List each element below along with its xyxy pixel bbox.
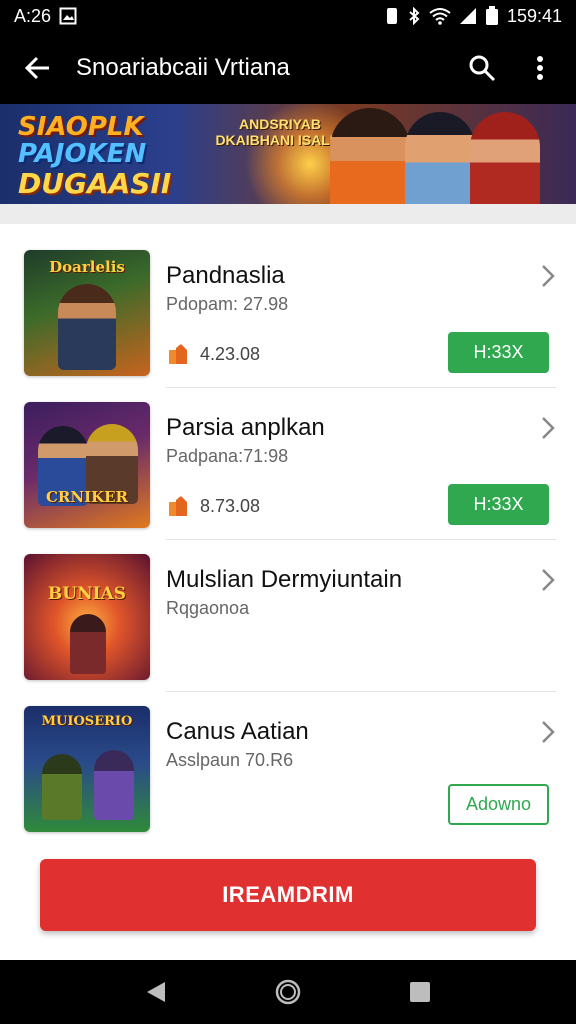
list-item[interactable]: MUIOSERIO Canus Aatian Asslpaun 70.R6 Ad… — [0, 692, 576, 844]
back-button[interactable] — [0, 32, 76, 104]
list-item[interactable]: BUNIAS Mulslian Dermyiuntain Rqgaonoa — [0, 540, 576, 692]
search-button[interactable] — [456, 42, 508, 94]
signal-icon — [459, 7, 477, 25]
primary-action-button[interactable]: IREAMDRIM — [40, 859, 536, 931]
banner-line-2: PAJOKEN — [18, 139, 147, 170]
item-title: Canus Aatian — [166, 718, 309, 745]
image-icon — [59, 7, 77, 25]
banner-logo-text: SIAOPLK PAJOKEN DUGAASII — [18, 112, 198, 200]
promo-banner[interactable]: SIAOPLK PAJOKEN DUGAASII ANDSRIYAB DKAIB… — [0, 104, 576, 204]
banner-line-3: DUGAASII — [18, 166, 172, 200]
item-title: Pandnaslia — [166, 262, 285, 289]
thumbnail-title: Doarlelis — [49, 258, 125, 276]
game-thumbnail: Doarlelis — [24, 250, 150, 376]
more-vert-icon — [537, 56, 543, 80]
thumbnail-title: BUNIAS — [47, 584, 127, 604]
thumbnail-character — [70, 614, 106, 674]
chevron-right-icon[interactable] — [534, 414, 562, 442]
thumbnail-character — [42, 754, 82, 820]
banner-tagline-2: DKAIBHANI ISALIG — [215, 132, 345, 149]
item-meta: 8.73.08 — [166, 494, 260, 518]
nav-recents-icon — [410, 982, 430, 1002]
game-thumbnail: MUIOSERIO — [24, 706, 150, 832]
search-icon — [469, 55, 496, 82]
nav-recents-button[interactable] — [396, 968, 444, 1016]
status-bar: A:26 159:41 — [0, 0, 576, 32]
item-meta-value: 8.73.08 — [200, 495, 261, 516]
list-item[interactable]: Doarlelis Pandnaslia Pdopam: 27.98 4.23.… — [0, 236, 576, 388]
app-bar: Snoariabcaii Vrtiana — [0, 32, 576, 104]
more-options-button[interactable] — [514, 42, 566, 94]
nav-home-button[interactable] — [264, 968, 312, 1016]
section-divider — [0, 204, 576, 224]
download-badge[interactable]: Adowno — [448, 784, 549, 825]
list-item[interactable]: CRNIKER Parsia anplkan Padpana:71:98 8.7… — [0, 388, 576, 540]
thumbnail-character — [58, 284, 116, 370]
banner-tagline: ANDSRIYAB DKAIBHANI ISALIG — [210, 116, 350, 148]
vibrate-icon — [385, 7, 399, 25]
bluetooth-icon — [407, 7, 421, 25]
page-title: Snoariabcaii Vrtiana — [76, 54, 290, 81]
item-meta-value: 4.23.08 — [200, 343, 261, 364]
banner-tagline-1: ANDSRIYAB — [239, 116, 321, 132]
flame-icon — [169, 344, 187, 364]
item-subtitle: Asslpaun 70.R6 — [166, 750, 294, 770]
thumbnail-character — [94, 750, 134, 820]
banner-hero-figure — [470, 112, 540, 204]
chevron-right-icon[interactable] — [534, 718, 562, 746]
item-subtitle: Pdopam: 27.98 — [166, 294, 289, 314]
item-subtitle: Rqgaonoa — [166, 598, 250, 618]
item-title: Mulslian Dermyiuntain — [166, 566, 403, 593]
thumbnail-title: MUIOSERIO — [41, 714, 133, 729]
price-badge[interactable]: H:33X — [448, 484, 549, 525]
game-thumbnail: BUNIAS — [24, 554, 150, 680]
system-nav-bar — [0, 960, 576, 1024]
status-time-right: 159:41 — [506, 5, 562, 26]
game-thumbnail: CRNIKER — [24, 402, 150, 528]
arrow-left-icon — [24, 56, 49, 80]
nav-home-icon — [275, 979, 301, 1005]
status-time-left: A:26 — [14, 5, 52, 26]
battery-icon — [485, 6, 499, 26]
chevron-right-icon[interactable] — [534, 566, 562, 594]
banner-hero-figure — [405, 112, 475, 204]
item-title: Parsia anplkan — [166, 414, 325, 441]
item-meta: 4.23.08 — [166, 342, 260, 366]
thumbnail-title: CRNIKER — [45, 488, 129, 506]
item-subtitle: Padpana:71:98 — [166, 446, 289, 466]
chevron-right-icon[interactable] — [534, 262, 562, 290]
price-badge[interactable]: H:33X — [448, 332, 549, 373]
banner-hero-figure — [330, 108, 410, 204]
wifi-icon — [429, 7, 451, 25]
nav-back-button[interactable] — [132, 968, 180, 1016]
nav-back-icon — [147, 982, 165, 1002]
banner-line-1: SIAOPLK — [18, 112, 144, 142]
flame-icon — [169, 496, 187, 516]
